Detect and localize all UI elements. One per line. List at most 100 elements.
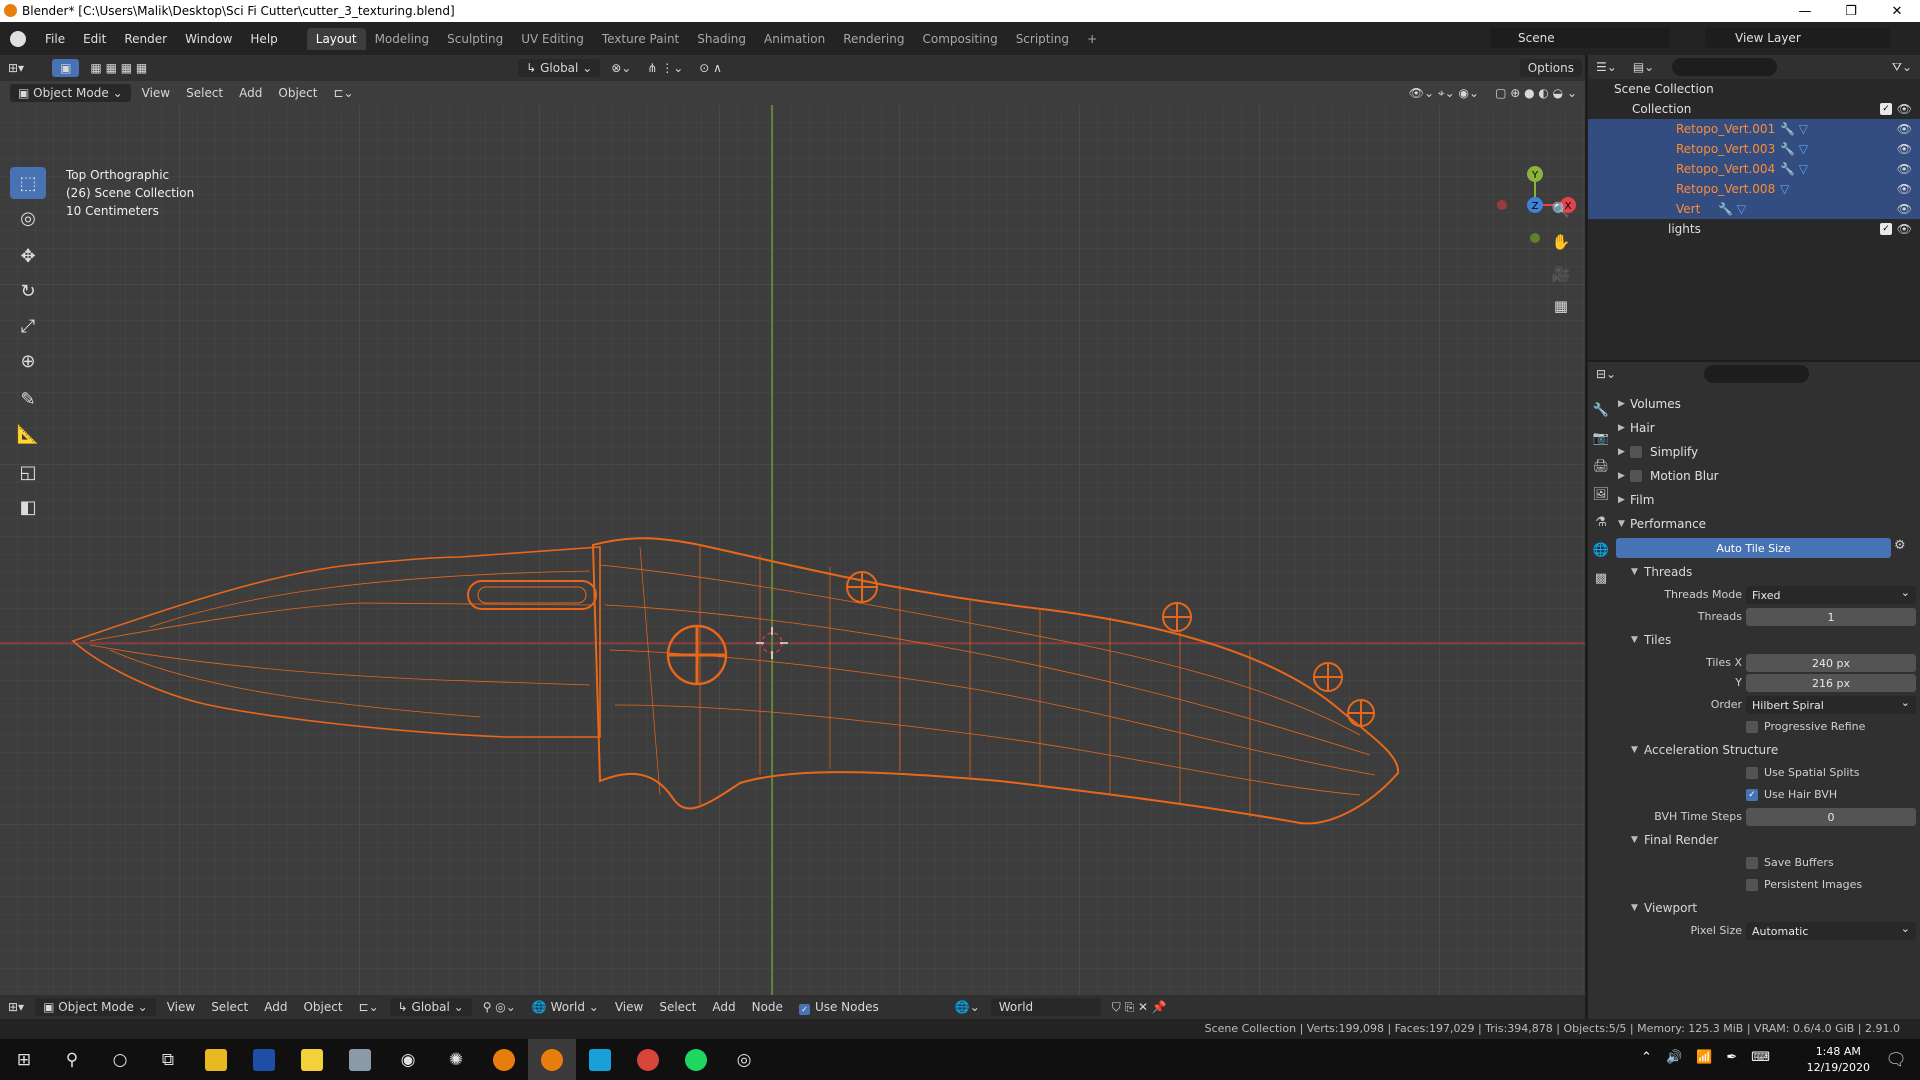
task-view-icon[interactable]: ⧉ (144, 1039, 192, 1080)
threads-mode-dropdown[interactable]: Fixed (1746, 586, 1916, 604)
order-dropdown[interactable]: Hilbert Spiral (1746, 696, 1916, 714)
menu-help[interactable]: Help (241, 32, 286, 46)
outliner-scene-collection[interactable]: Scene Collection (1588, 79, 1920, 99)
properties-search-input[interactable] (1704, 365, 1810, 383)
select-box-tool-icon[interactable]: ⬚ (10, 167, 46, 199)
visibility-icons[interactable]: 👁⌄ ⌖⌄ ◉⌄ (1401, 84, 1487, 103)
output-tab-icon[interactable]: 🖨 (1588, 452, 1614, 480)
transform-orientation-dropdown[interactable]: ↳ Global ⌄ (518, 59, 601, 77)
tab-animation[interactable]: Animation (755, 28, 834, 50)
blender-active-taskbar-icon[interactable] (528, 1039, 576, 1080)
tab-uv-editing[interactable]: UV Editing (512, 28, 593, 50)
pen-icon[interactable]: ✒ (1726, 1050, 1737, 1065)
use-nodes-checkbox[interactable]: ✓ Use Nodes (791, 998, 887, 1017)
viewport-menu-add[interactable]: Add (231, 84, 270, 102)
world-tab-icon[interactable]: 🌐 (1588, 536, 1614, 564)
use-spatial-splits-row[interactable]: Use Spatial Splits (1616, 762, 1920, 784)
tab-scripting[interactable]: Scripting (1007, 28, 1078, 50)
transform-tool-icon[interactable]: ⊕ (10, 345, 46, 377)
panel-performance[interactable]: ▼ Performance (1616, 512, 1920, 536)
collection-include-checkbox[interactable]: ✓ (1880, 103, 1892, 115)
viewport-menu-select[interactable]: Select (178, 84, 231, 102)
eye-icon[interactable]: 👁 (1897, 222, 1912, 236)
sticky-notes-icon[interactable] (288, 1039, 336, 1080)
outliner-object[interactable]: Retopo_Vert.008 ▽ 👁 (1588, 179, 1920, 199)
outliner-object[interactable]: Vert 🔧 ▽ 👁 (1588, 199, 1920, 219)
threads-input[interactable]: 1 (1746, 608, 1916, 626)
bottom-object-mode-dropdown[interactable]: ▣ Object Mode ⌄ (35, 998, 156, 1016)
object-mode-dropdown[interactable]: ▣ Object Mode ⌄ (10, 84, 131, 102)
panel-film[interactable]: ▶ Film (1616, 488, 1920, 512)
app-teal-icon[interactable] (576, 1039, 624, 1080)
measure-tool-icon[interactable]: 📐 (10, 418, 46, 450)
bottom-menu-select[interactable]: Select (203, 998, 256, 1016)
view-layer-selector[interactable]: View Layer (1705, 28, 1890, 48)
simplify-checkbox[interactable] (1630, 446, 1642, 458)
progressive-refine-row[interactable]: Progressive Refine (1616, 716, 1920, 738)
volume-icon[interactable]: 🔊 (1666, 1050, 1682, 1065)
cortana-icon[interactable]: ○ (96, 1039, 144, 1080)
eye-icon[interactable]: 👁 (1897, 202, 1912, 216)
wifi-icon[interactable]: 📶 (1696, 1050, 1712, 1065)
panel-hair[interactable]: ▶ Hair (1616, 416, 1920, 440)
tab-texture-paint[interactable]: Texture Paint (593, 28, 688, 50)
add-plane-tool-icon[interactable]: ◧ (10, 491, 46, 523)
lights-include-checkbox[interactable]: ✓ (1880, 223, 1892, 235)
eye-icon[interactable]: 👁 (1897, 102, 1912, 116)
view-layer-tab-icon[interactable]: 🖼 (1588, 480, 1614, 508)
eye-icon[interactable]: 👁 (1897, 182, 1912, 196)
menu-render[interactable]: Render (115, 32, 176, 46)
scene-tab-icon[interactable]: ⚗ (1588, 508, 1614, 536)
app-blue-icon[interactable] (240, 1039, 288, 1080)
select-mode-icon[interactable]: ▣ (52, 59, 80, 77)
annotate-tool-icon[interactable]: ✎ (10, 383, 46, 415)
outliner-object[interactable]: Retopo_Vert.004 🔧 ▽ 👁 (1588, 159, 1920, 179)
modifier-icons[interactable]: 🔧 ▽ (1780, 162, 1808, 176)
viewport-menu-view[interactable]: View (134, 84, 178, 102)
add-cube-tool-icon[interactable]: ◱ (10, 456, 46, 488)
outliner-display-mode-icon[interactable]: ▤⌄ (1625, 58, 1662, 76)
gear-icon[interactable]: ⚙ (1894, 538, 1906, 553)
app-circle-icon[interactable]: ◉ (384, 1039, 432, 1080)
scale-tool-icon[interactable]: ⤢ (10, 310, 46, 342)
menu-edit[interactable]: Edit (74, 32, 115, 46)
panel-simplify[interactable]: ▶ Simplify (1616, 440, 1920, 464)
chrome-icon[interactable] (624, 1039, 672, 1080)
tab-modeling[interactable]: Modeling (366, 28, 439, 50)
render-tab-icon[interactable]: 📷 (1588, 424, 1614, 452)
section-viewport[interactable]: ▼ Viewport (1616, 896, 1920, 920)
bottom-menu-object[interactable]: Object (295, 998, 350, 1016)
modifier-icons[interactable]: 🔧 ▽ (1780, 122, 1808, 136)
search-icon[interactable]: ⚲ (48, 1039, 96, 1080)
node-menu-node[interactable]: Node (744, 998, 791, 1016)
section-tiles[interactable]: ▼ Tiles (1616, 628, 1920, 652)
motion-blur-checkbox[interactable] (1630, 470, 1642, 482)
selection-mode-icons[interactable]: ▦ ▦ ▦ ▦ (82, 59, 155, 77)
scene-selector[interactable]: Scene (1490, 28, 1670, 48)
bottom-orientation-dropdown[interactable]: ↳ Global ⌄ (389, 998, 472, 1016)
section-acceleration-structure[interactable]: ▼ Acceleration Structure (1616, 738, 1920, 762)
outliner-object[interactable]: Retopo_Vert.001 🔧 ▽ 👁 (1588, 119, 1920, 139)
outliner-search-input[interactable] (1672, 58, 1778, 76)
app-gear-icon[interactable]: ✺ (432, 1039, 480, 1080)
link-icon[interactable]: ⊏⌄ (325, 84, 361, 102)
bottom-menu-view[interactable]: View (159, 998, 203, 1016)
pixel-size-dropdown[interactable]: Automatic (1746, 922, 1916, 940)
viewport-menu-object[interactable]: Object (270, 84, 325, 102)
node-menu-select[interactable]: Select (651, 998, 704, 1016)
tab-sculpting[interactable]: Sculpting (438, 28, 512, 50)
tab-compositing[interactable]: Compositing (913, 28, 1006, 50)
close-button[interactable]: ✕ (1874, 0, 1920, 22)
chevron-up-icon[interactable]: ⌃ (1641, 1050, 1652, 1065)
tiles-x-input[interactable]: 240 px (1746, 654, 1916, 672)
modifier-icons[interactable]: ▽ (1780, 182, 1789, 196)
tab-rendering[interactable]: Rendering (834, 28, 913, 50)
world-name-field[interactable]: World (990, 998, 1101, 1016)
bvh-time-steps-input[interactable]: 0 (1746, 808, 1916, 826)
blender-taskbar-icon[interactable] (480, 1039, 528, 1080)
tool-settings-tab-icon[interactable]: 🔧 (1588, 396, 1614, 424)
cursor-tool-icon[interactable]: ◎ (10, 202, 46, 234)
menu-file[interactable]: File (36, 32, 74, 46)
camera-view-icon[interactable]: 🎥 (1548, 261, 1574, 287)
modifier-icons[interactable]: 🔧 ▽ (1780, 142, 1808, 156)
